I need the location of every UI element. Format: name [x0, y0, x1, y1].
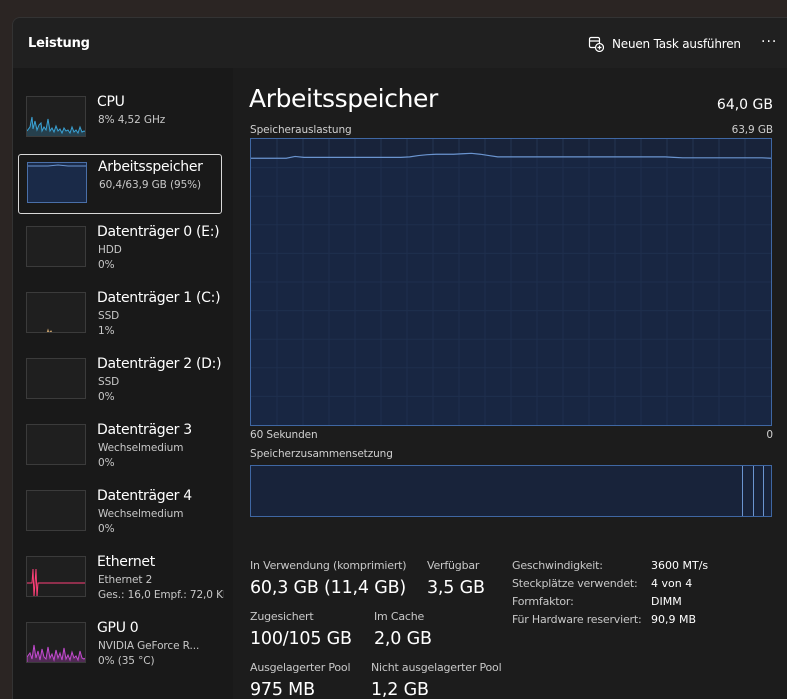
sidebar-item-name: GPU 0 [97, 620, 139, 636]
committed-label: Zugesichert [250, 610, 314, 623]
sidebar-item-name: Datenträger 3 [97, 422, 192, 438]
usage-graph-max: 63,9 GB [731, 124, 773, 136]
nonpaged-pool-label: Nicht ausgelagerter Pool [371, 661, 502, 674]
disk-1-thumbnail-graph [26, 292, 86, 333]
sidebar-item-throughput: Ges.: 16,0 Empf.: 72,0 KB [98, 589, 224, 601]
composition-segment-modified [742, 466, 744, 516]
sidebar-item-usage: 0% [98, 457, 115, 469]
sidebar-item-type: SSD [98, 310, 120, 322]
ethernet-thumbnail-graph [26, 556, 86, 597]
usage-graph-label: Speicherauslastung [250, 124, 352, 136]
page-title: Leistung [28, 36, 90, 51]
sidebar-item-name: Datenträger 2 (D:) [97, 356, 222, 372]
panel-title: Arbeitsspeicher [249, 84, 438, 113]
available-value: 3,5 GB [427, 578, 485, 598]
page-header: Leistung Neuen Task ausführen ··· [13, 18, 787, 68]
sidebar-item-memory[interactable]: Arbeitsspeicher 60,4/63,9 GB (95%) [18, 154, 222, 214]
detail-value: DIMM [651, 595, 682, 608]
usage-area [251, 153, 771, 425]
disk-4-thumbnail-graph [26, 490, 86, 531]
task-manager-window: Leistung Neuen Task ausführen ··· CPU 8%… [12, 17, 787, 699]
sidebar-item-usage: 0% [98, 523, 115, 535]
time-axis-end: 0 [766, 429, 773, 441]
sidebar-item-cpu[interactable]: CPU 8% 4,52 GHz [18, 90, 222, 150]
detail-value: 3600 MT/s [651, 559, 709, 572]
composition-label: Speicherzusammensetzung [250, 448, 393, 460]
time-axis-start: 60 Sekunden [250, 429, 318, 441]
sidebar-item-detail: 60,4/63,9 GB (95%) [99, 179, 202, 191]
available-label: Verfügbar [427, 559, 480, 572]
committed-value: 100/105 GB [250, 629, 352, 649]
memory-usage-chart [251, 139, 771, 425]
sidebar-item-name: Arbeitsspeicher [98, 159, 203, 175]
memory-thumbnail-graph [27, 162, 87, 203]
sidebar-item-disk-2[interactable]: Datenträger 2 (D:) SSD 0% [18, 352, 222, 412]
nonpaged-pool-value: 1,2 GB [371, 680, 429, 699]
sidebar-item-gpu[interactable]: GPU 0 NVIDIA GeForce R... 0% (35 °C) [18, 616, 222, 676]
sidebar-item-usage: 0% [98, 391, 115, 403]
memory-total: 64,0 GB [716, 97, 773, 113]
sidebar-item-usage: 0% [98, 259, 115, 271]
detail-key: Steckplätze verwendet: [512, 577, 638, 590]
sidebar-item-adapter: Ethernet 2 [98, 574, 153, 586]
sidebar-item-name: CPU [97, 94, 125, 110]
gpu-thumbnail-graph [26, 622, 86, 663]
sidebar-item-name: Datenträger 1 (C:) [97, 290, 221, 306]
performance-sidebar: CPU 8% 4,52 GHz Arbeitsspeicher 60,4/63,… [13, 68, 233, 699]
sidebar-item-disk-4[interactable]: Datenträger 4 Wechselmedium 0% [18, 484, 222, 544]
more-options-button[interactable]: ··· [761, 34, 777, 50]
sidebar-item-detail: 8% 4,52 GHz [98, 114, 166, 126]
disk-2-thumbnail-graph [26, 358, 86, 399]
sidebar-item-disk-1[interactable]: Datenträger 1 (C:) SSD 1% [18, 286, 222, 346]
paged-pool-value: 975 MB [250, 680, 315, 699]
detail-key: Formfaktor: [512, 595, 574, 608]
sidebar-item-disk-0[interactable]: Datenträger 0 (E:) HDD 0% [18, 220, 222, 280]
in-use-label: In Verwendung (komprimiert) [250, 559, 407, 572]
memory-composition-bar [250, 465, 772, 517]
memory-detail-panel: Arbeitsspeicher 64,0 GB Speicherauslastu… [233, 68, 787, 699]
cached-label: Im Cache [374, 610, 425, 623]
sidebar-item-model: NVIDIA GeForce R... [98, 640, 200, 652]
sidebar-item-type: Wechselmedium [98, 442, 184, 454]
run-new-task-button[interactable]: Neuen Task ausführen [588, 33, 741, 55]
run-new-task-label: Neuen Task ausführen [612, 37, 741, 51]
detail-value: 90,9 MB [651, 613, 697, 626]
composition-segment-standby [752, 466, 754, 516]
in-use-value: 60,3 GB (11,4 GB) [250, 578, 407, 598]
paged-pool-label: Ausgelagerter Pool [250, 661, 351, 674]
sidebar-item-usage: 0% (35 °C) [98, 655, 155, 667]
sidebar-item-disk-3[interactable]: Datenträger 3 Wechselmedium 0% [18, 418, 222, 478]
sidebar-item-type: HDD [98, 244, 122, 256]
disk-0-thumbnail-graph [26, 226, 86, 267]
memory-usage-graph [250, 138, 772, 426]
detail-key: Für Hardware reserviert: [512, 613, 642, 626]
new-task-icon [588, 36, 604, 52]
sidebar-item-ethernet[interactable]: Ethernet Ethernet 2 Ges.: 16,0 Empf.: 72… [18, 550, 224, 610]
cpu-thumbnail-graph [26, 96, 86, 137]
composition-segment-free [763, 466, 765, 516]
sidebar-item-name: Datenträger 0 (E:) [97, 224, 220, 240]
sidebar-item-name: Ethernet [97, 554, 155, 570]
detail-key: Geschwindigkeit: [512, 559, 603, 572]
sidebar-item-type: Wechselmedium [98, 508, 184, 520]
sidebar-item-usage: 1% [98, 325, 115, 337]
detail-value: 4 von 4 [651, 577, 693, 590]
sidebar-item-name: Datenträger 4 [97, 488, 192, 504]
sidebar-item-type: SSD [98, 376, 120, 388]
cached-value: 2,0 GB [374, 629, 432, 649]
disk-3-thumbnail-graph [26, 424, 86, 465]
